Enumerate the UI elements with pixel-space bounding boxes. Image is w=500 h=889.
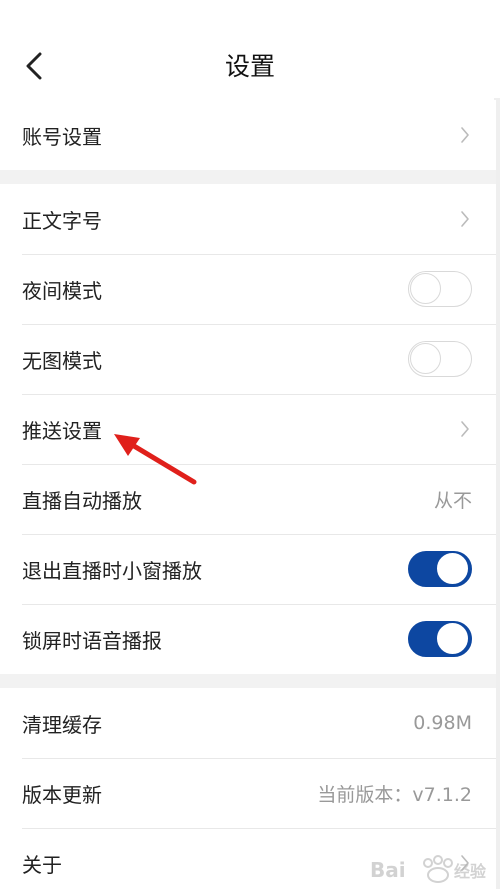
settings-row-night-mode: 夜间模式 [0,254,496,324]
settings-row-version-update[interactable]: 版本更新 当前版本：v7.1.2 [0,758,496,828]
section-divider [0,170,496,184]
row-label: 正文字号 [22,208,102,233]
live-mini-window-toggle[interactable] [408,551,472,587]
settings-row-push-settings[interactable]: 推送设置 [0,394,496,464]
settings-row-live-mini-window: 退出直播时小窗播放 [0,534,496,604]
toggle-knob [410,343,441,374]
row-value: 当前版本：v7.1.2 [317,783,472,806]
no-image-mode-toggle[interactable] [408,341,472,377]
settings-row-lockscreen-voice: 锁屏时语音播报 [0,604,496,674]
general-section: 正文字号 夜间模式 无图模式 推送设置 直播自动播放 从不 退出直播时小窗播放 … [0,184,496,674]
settings-row-font-size[interactable]: 正文字号 [0,184,496,254]
row-label: 清理缓存 [22,712,102,737]
row-label: 版本更新 [22,782,102,807]
watermark-logo-icon: Bai 经验 [370,855,486,883]
settings-row-clear-cache[interactable]: 清理缓存 0.98M [0,688,496,758]
row-value: 0.98M [413,712,472,734]
row-label: 夜间模式 [22,278,102,303]
header-bar: 设置 [0,0,500,98]
row-label: 直播自动播放 [22,488,142,513]
page-title: 设置 [224,52,275,81]
night-mode-toggle[interactable] [408,271,472,307]
row-label: 退出直播时小窗播放 [22,558,202,583]
settings-row-no-image-mode: 无图模式 [0,324,496,394]
chevron-right-icon [458,419,472,439]
lockscreen-voice-toggle[interactable] [408,621,472,657]
account-section: 账号设置 [0,100,496,170]
settings-row-live-autoplay[interactable]: 直播自动播放 从不 [0,464,496,534]
svg-text:经验: 经验 [454,862,486,881]
settings-row-account[interactable]: 账号设置 [0,100,496,170]
row-label: 推送设置 [22,418,102,443]
row-label: 锁屏时语音播报 [22,628,162,653]
chevron-right-icon [458,209,472,229]
annotation-arrow-icon [114,434,197,485]
chevron-right-icon [458,125,472,145]
row-label: 账号设置 [22,124,102,149]
toggle-knob [410,273,441,304]
toggle-knob [437,623,468,654]
row-label: 无图模式 [22,348,102,373]
svg-text:Bai: Bai [370,858,406,882]
toggle-knob [437,553,468,584]
row-value: 从不 [433,489,472,512]
section-divider [0,674,496,688]
